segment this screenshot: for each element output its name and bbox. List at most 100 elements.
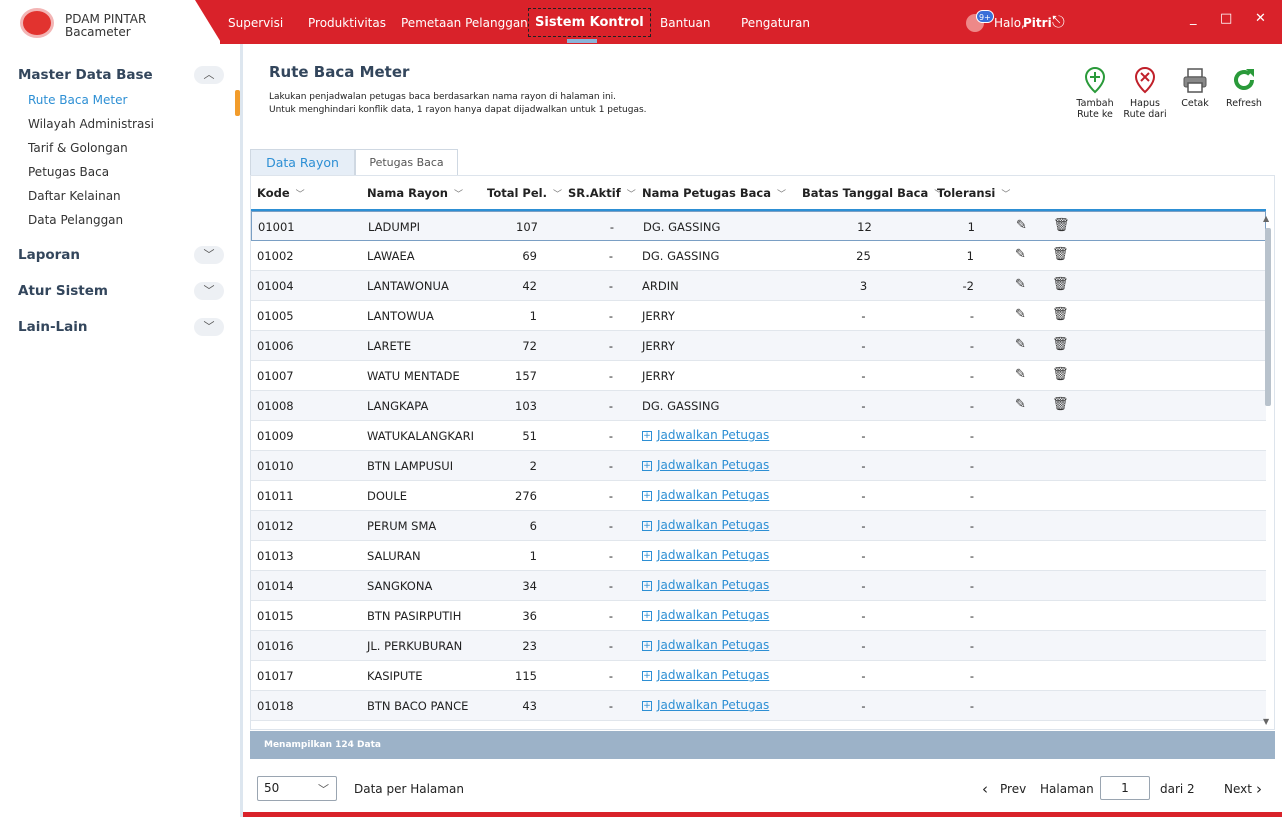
table-row[interactable]: 01006 LARETE 72 - JERRY - - ✎ 🗑 [251, 331, 1266, 361]
sidebar-section-lain-lain[interactable]: Lain-Lain [18, 319, 88, 335]
table-row[interactable]: 01015 BTN PASIRPUTIH 36 - + Jadwalkan Petugas… [251, 601, 1266, 631]
edit-icon[interactable]: ✎ [1015, 307, 1026, 322]
table-row[interactable]: 01007 WATU MENTADE 157 - JERRY - - ✎ 🗑 [251, 361, 1266, 391]
delete-icon[interactable]: 🗑 [1053, 218, 1070, 233]
tambah-rute-button[interactable]: Tambah Rute ke [1070, 66, 1120, 120]
sidebar-item-rute-baca-meter[interactable]: Rute Baca Meter [28, 93, 127, 107]
plus-box-icon: + [642, 461, 652, 471]
delete-icon[interactable]: 🗑 [1052, 397, 1069, 412]
minimize-button[interactable]: _ [1190, 11, 1197, 26]
cell-batas-tanggal: - [861, 669, 866, 683]
jadwalkan-petugas-link[interactable]: + Jadwalkan Petugas [642, 638, 769, 652]
sort-chevron-icon: ﹀ [295, 190, 305, 200]
table-row[interactable]: 01004 LANTAWONUA 42 - ARDIN 3 -2 ✎ 🗑 [251, 271, 1266, 301]
hapus-rute-button[interactable]: Hapus Rute dari [1120, 66, 1170, 120]
jadwalkan-petugas-link[interactable]: + Jadwalkan Petugas [642, 608, 769, 622]
cetak-button[interactable]: Cetak [1170, 66, 1220, 109]
sidebar-item-wilayah-administrasi[interactable]: Wilayah Administrasi [28, 117, 154, 131]
table-row[interactable]: 01018 BTN BACO PANCE 43 - + Jadwalkan Petugas… [251, 691, 1266, 721]
table-row[interactable]: 01013 SALURAN 1 - + Jadwalkan Petugas - - [251, 541, 1266, 571]
column-header-kode[interactable]: Kode ﹀ [257, 186, 305, 200]
edit-icon[interactable]: ✎ [1015, 397, 1026, 412]
nav-pengaturan[interactable]: Pengaturan [741, 16, 810, 30]
table-row[interactable]: 01012 PERUM SMA 6 - + Jadwalkan Petugas - - [251, 511, 1266, 541]
page-title: Rute Baca Meter [269, 63, 410, 81]
edit-icon[interactable]: ✎ [1015, 277, 1026, 292]
table-row[interactable]: 01014 SANGKONA 34 - + Jadwalkan Petugas - - [251, 571, 1266, 601]
jadwalkan-petugas-link[interactable]: + Jadwalkan Petugas [642, 548, 769, 562]
table-row[interactable]: 01009 WATUKALANGKARI 51 - + Jadwalkan Petugas… [251, 421, 1266, 451]
jadwalkan-petugas-link[interactable]: + Jadwalkan Petugas [642, 458, 769, 472]
jadwalkan-petugas-link[interactable]: + Jadwalkan Petugas [642, 698, 769, 712]
scroll-thumb[interactable] [1265, 228, 1271, 406]
jadwalkan-petugas-link[interactable]: + Jadwalkan Petugas [642, 518, 769, 532]
sidebar-item-data-pelanggan[interactable]: Data Pelanggan [28, 213, 123, 227]
cell-sr-aktif: - [608, 279, 613, 293]
table-row[interactable]: 01005 LANTOWUA 1 - JERRY - - ✎ 🗑 [251, 301, 1266, 331]
jadwalkan-petugas-link[interactable]: + Jadwalkan Petugas [642, 578, 769, 592]
nav-bantuan[interactable]: Bantuan [660, 16, 710, 30]
nav-sistem-kontrol[interactable]: Sistem Kontrol [528, 8, 651, 37]
cell-total-pel: 43 [522, 699, 537, 713]
chevron-down-icon: ﹀ [318, 783, 329, 796]
sidebar-section-laporan[interactable]: Laporan [18, 247, 80, 263]
expand-laporan-button[interactable]: ﹀ [194, 246, 224, 264]
next-button[interactable]: Next [1224, 782, 1252, 796]
delete-icon[interactable]: 🗑 [1052, 337, 1069, 352]
data-count: Menampilkan 124 Data [264, 740, 381, 750]
table-row[interactable]: 01011 DOULE 276 - + Jadwalkan Petugas - - [251, 481, 1266, 511]
edit-icon[interactable]: ✎ [1015, 247, 1026, 262]
sidebar-item-daftar-kelainan[interactable]: Daftar Kelainan [28, 189, 121, 203]
column-header-nama-rayon[interactable]: Nama Rayon ﹀ [367, 186, 463, 200]
sidebar-item-petugas-baca[interactable]: Petugas Baca [28, 165, 109, 179]
sidebar-section-master-data-base[interactable]: Master Data Base [18, 67, 153, 83]
prev-chevron-icon[interactable]: ‹ [982, 780, 988, 798]
refresh-button[interactable]: Refresh [1219, 66, 1269, 109]
cell-total-pel: 23 [522, 639, 537, 653]
nav-produktivitas[interactable]: Produktivitas [308, 16, 386, 30]
column-header-batas-tanggal[interactable]: Batas Tanggal Baca ﹀ [802, 186, 943, 200]
table-header: Kode ﹀ Nama Rayon ﹀ Total Pel. ﹀ SR.Aktif ﹀ … [251, 176, 1266, 211]
table-row[interactable]: 01010 BTN LAMPUSUI 2 - + Jadwalkan Petugas - - [251, 451, 1266, 481]
edit-icon[interactable]: ✎ [1016, 218, 1027, 233]
table-scrollbar[interactable]: ▲ ▼ [1263, 214, 1273, 726]
close-button[interactable]: ✕ [1255, 11, 1266, 26]
sidebar-item-tarif-golongan[interactable]: Tarif & Golongan [28, 141, 128, 155]
maximize-button[interactable]: □ [1220, 11, 1232, 26]
nav-supervisi[interactable]: Supervisi [228, 16, 283, 30]
logout-icon[interactable]: ⎋ [1052, 12, 1065, 32]
tab-data-rayon[interactable]: Data Rayon [250, 149, 355, 176]
nav-pemetaan-pelanggan[interactable]: Pemetaan Pelanggan [401, 16, 528, 30]
jadwalkan-petugas-link[interactable]: + Jadwalkan Petugas [642, 488, 769, 502]
next-chevron-icon[interactable]: › [1256, 780, 1262, 798]
table-row[interactable]: 01002 LAWAEA 69 - DG. GASSING 25 1 ✎ 🗑 [251, 241, 1266, 271]
cell-kode: 01015 [257, 609, 294, 623]
delete-icon[interactable]: 🗑 [1052, 367, 1069, 382]
table-row[interactable]: 01001 LADUMPI 107 - DG. GASSING 12 1 ✎ 🗑 [251, 211, 1266, 241]
table-row[interactable]: 01017 KASIPUTE 115 - + Jadwalkan Petugas - - [251, 661, 1266, 691]
table-row[interactable]: 01008 LANGKAPA 103 - DG. GASSING - - ✎ 🗑 [251, 391, 1266, 421]
delete-icon[interactable]: 🗑 [1052, 277, 1069, 292]
table-row[interactable]: 01016 JL. PERKUBURAN 23 - + Jadwalkan Petugas… [251, 631, 1266, 661]
column-header-sr-aktif[interactable]: SR.Aktif ﹀ [568, 186, 636, 200]
prev-button[interactable]: Prev [1000, 782, 1026, 796]
per-page-select[interactable]: 50 ﹀ [257, 776, 337, 801]
cell-batas-tanggal: - [861, 369, 866, 383]
expand-atur-sistem-button[interactable]: ﹀ [194, 282, 224, 300]
sidebar-section-atur-sistem[interactable]: Atur Sistem [18, 283, 108, 299]
jadwalkan-petugas-link[interactable]: + Jadwalkan Petugas [642, 428, 769, 442]
edit-icon[interactable]: ✎ [1015, 337, 1026, 352]
expand-lain-lain-button[interactable]: ﹀ [194, 318, 224, 336]
delete-icon[interactable]: 🗑 [1052, 307, 1069, 322]
column-header-nama-petugas[interactable]: Nama Petugas Baca ﹀ [642, 186, 786, 200]
column-header-toleransi[interactable]: Toleransi ﹀ [937, 186, 1010, 200]
collapse-master-data-base-button[interactable]: ︿ [194, 66, 224, 84]
tab-petugas-baca[interactable]: Petugas Baca [355, 149, 458, 176]
page-input[interactable]: 1 [1100, 776, 1150, 800]
cell-toleransi: - [969, 369, 974, 383]
delete-icon[interactable]: 🗑 [1052, 247, 1069, 262]
plus-box-icon: + [642, 611, 652, 621]
edit-icon[interactable]: ✎ [1015, 367, 1026, 382]
column-header-total-pel[interactable]: Total Pel. ﹀ [487, 186, 562, 200]
jadwalkan-petugas-link[interactable]: + Jadwalkan Petugas [642, 668, 769, 682]
